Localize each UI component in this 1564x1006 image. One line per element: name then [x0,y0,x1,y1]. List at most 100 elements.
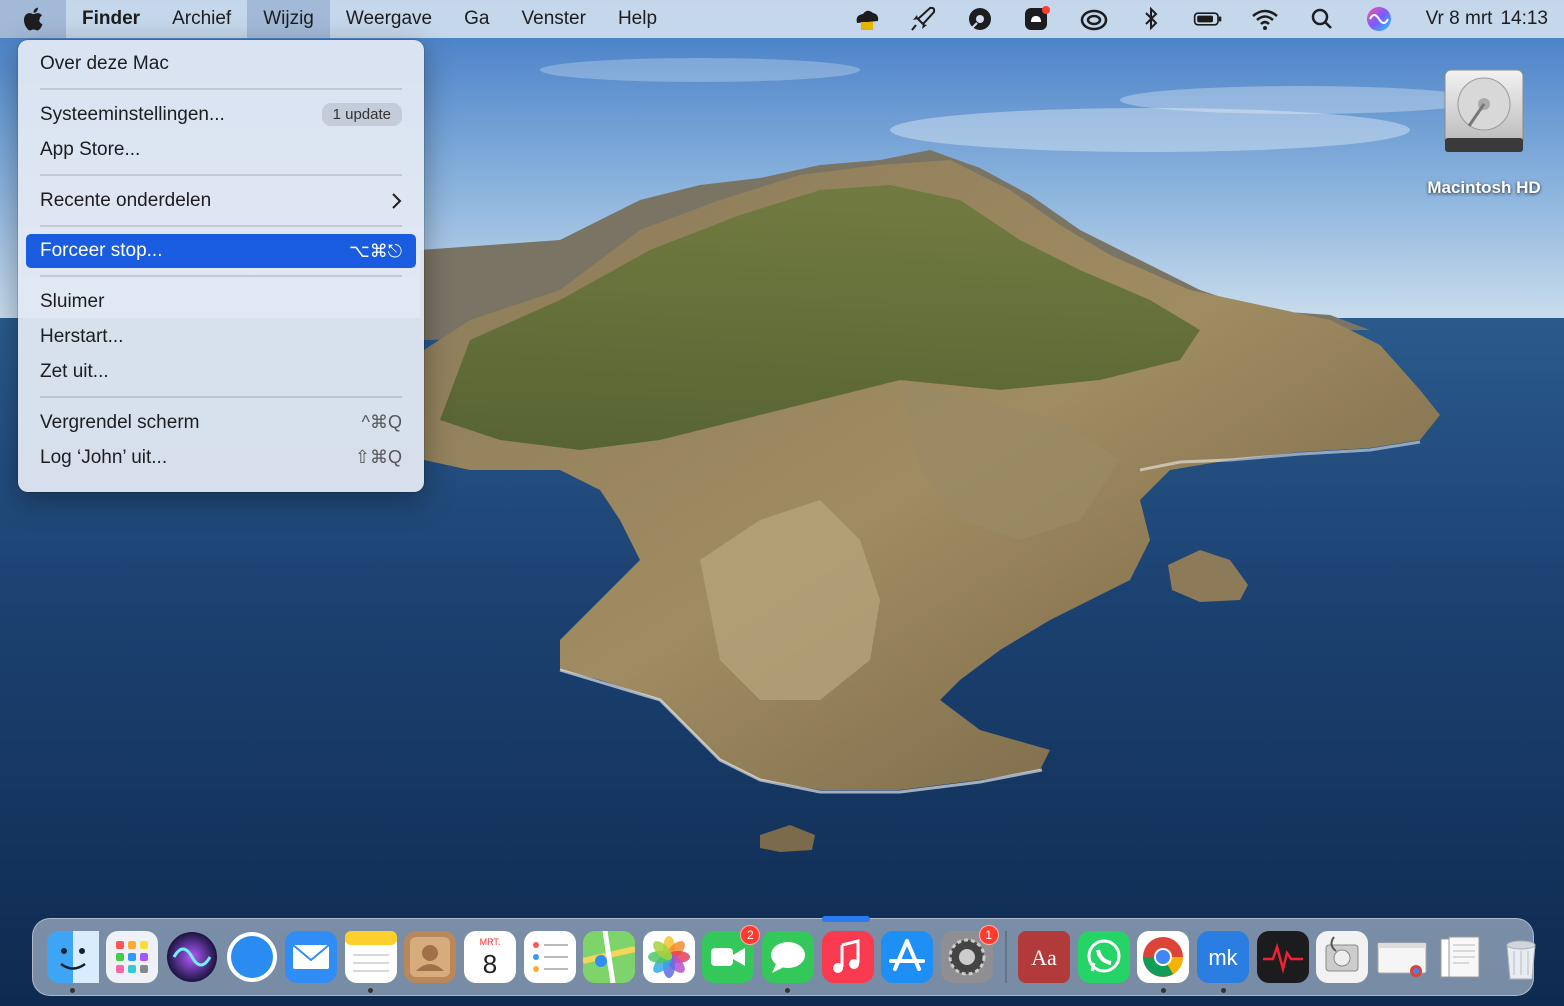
dock-system-settings[interactable]: 1 [940,925,999,983]
menu-item-label: Vergrendel scherm [40,411,200,433]
messages-icon [761,931,814,983]
dock-notes[interactable] [344,931,397,993]
window-preview-icon [1377,942,1427,977]
macintosh-hd-desktop-icon[interactable]: Macintosh HD [1420,66,1548,198]
finder-icon [46,931,99,983]
wifi-icon[interactable] [1247,4,1283,34]
calendar-icon: MRT. 8 [463,931,516,983]
dock-music[interactable] [821,931,874,983]
dock-calendar[interactable]: MRT. 8 [463,931,516,983]
calendar-month: MRT. [480,937,501,947]
battery-icon[interactable] [1190,4,1226,34]
siri-icon[interactable] [1361,4,1397,34]
dock-app-store[interactable] [881,931,934,983]
app-store-icon [881,931,934,983]
siri-icon [166,932,217,982]
dock-reminders[interactable] [523,931,576,983]
chevron-right-icon [390,192,402,210]
menu-item-over-deze-mac[interactable]: Over deze Mac [26,46,416,81]
apple-menu-button[interactable] [0,0,66,38]
dictionary-icon: Aa [1018,931,1071,983]
menu-item-systeeminstellingen[interactable]: Systeeminstellingen... 1 update [26,97,416,132]
running-indicator [1160,988,1166,993]
calendar-day: 8 [483,949,497,979]
clock-date: Vr 8 mrt [1425,8,1493,29]
notification-badge: 1 [978,925,999,945]
search-icon[interactable] [1304,4,1340,34]
dock-active-indicator [822,916,870,922]
dock-maps[interactable] [583,931,636,983]
menu-separator [40,275,402,277]
menu-item-label: Zet uit... [40,360,109,382]
menu-archief[interactable]: Archief [156,0,247,38]
dock-whatsapp[interactable] [1077,931,1130,983]
menu-item-recente-onderdelen[interactable]: Recente onderdelen [26,183,416,218]
menu-item-label: Herstart... [40,325,124,347]
dock-activity-monitor[interactable] [1256,931,1309,983]
menu-item-zet-uit[interactable]: Zet uit... [26,354,416,389]
cloud-sync-icon[interactable] [848,4,884,34]
dock-photos[interactable] [642,931,695,983]
documents-stack-icon [1440,936,1480,978]
apple-menu-dropdown: Over deze Mac Systeeminstellingen... 1 u… [18,40,424,492]
menu-venster[interactable]: Venster [506,0,602,38]
mail-icon [285,931,338,983]
menu-item-log-uit[interactable]: Log ‘John’ uit... ⇧⌘Q [26,440,416,475]
dock-mail[interactable] [285,931,338,983]
menubar-clock[interactable]: Vr 8 mrt 14:13 [1426,8,1548,30]
dock-contacts[interactable] [404,931,457,983]
photos-icon [642,931,695,983]
creative-cloud-icon[interactable] [1076,4,1112,34]
disk-utility-icon [1316,931,1369,983]
menu-item-app-store[interactable]: App Store... [26,132,416,167]
dock-trash[interactable] [1495,931,1547,983]
hard-drive-icon [1444,69,1524,152]
apple-logo-icon [23,7,43,31]
menu-separator [40,174,402,176]
menu-item-herstart[interactable]: Herstart... [26,319,416,354]
disk-icon[interactable] [962,4,998,34]
keyboard-shortcut: ⇧⌘Q [354,447,402,467]
reminders-icon [523,931,576,983]
menu-item-sluimer[interactable]: Sluimer [26,284,416,319]
whatsapp-icon [1077,931,1130,983]
menu-ga[interactable]: Ga [448,0,505,38]
menu-item-forceer-stop[interactable]: Forceer stop... ⌥⌘⎋ [26,234,416,268]
menu-weergave[interactable]: Weergave [330,0,448,38]
dock-chrome[interactable] [1137,931,1190,993]
dock-dictionary[interactable]: Aa [1018,931,1071,983]
notification-badge: 2 [740,925,761,945]
dock-chrome-window[interactable] [1376,931,1428,983]
dock-disk-utility[interactable] [1316,931,1369,983]
dock-siri[interactable] [166,931,218,983]
menu-item-vergrendel-scherm[interactable]: Vergrendel scherm ^⌘Q [26,405,416,440]
menu-bar: Finder Archief Wijzig Weergave Ga Venste… [0,0,1564,38]
keyboard-shortcut: ^⌘Q [361,412,402,432]
dock-messages[interactable] [761,931,814,993]
menu-item-label: Over deze Mac [40,52,169,74]
dock-launchpad[interactable] [106,931,159,983]
dock-documents-stack[interactable] [1435,931,1487,983]
menu-item-label: Forceer stop... [40,240,163,261]
running-indicator [785,988,791,993]
dock-facetime[interactable]: 2 [702,925,761,983]
dock: MRT. 8 2 1 Aa mk [32,918,1536,996]
dock-safari[interactable] [226,931,278,983]
bluetooth-icon[interactable] [1133,4,1169,34]
dictionary-glyph: Aa [1031,945,1057,970]
running-indicator [368,988,374,993]
menu-item-label: Log ‘John’ uit... [40,446,168,468]
trash-icon [1506,940,1536,980]
notification-app-icon[interactable] [1019,4,1055,34]
safari-icon [226,932,277,982]
rocket-icon[interactable] [905,4,941,34]
music-icon [821,931,874,983]
menu-finder[interactable]: Finder [66,0,156,38]
menu-help[interactable]: Help [602,0,673,38]
menu-item-label: Systeeminstellingen... [40,103,225,125]
dock-finder[interactable] [46,931,99,993]
menu-item-label: Sluimer [40,290,105,312]
dock-mk-app[interactable]: mk [1197,931,1250,993]
menu-wijzig[interactable]: Wijzig [247,0,330,38]
contacts-icon [404,931,457,983]
